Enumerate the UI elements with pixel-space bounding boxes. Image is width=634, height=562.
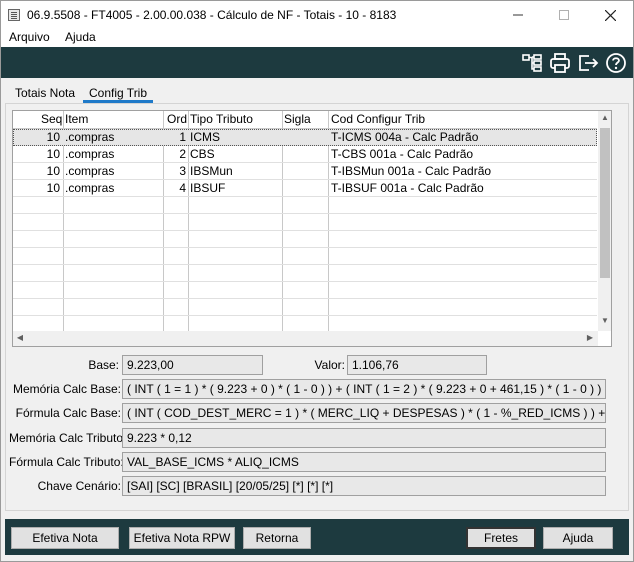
cell-ord: 1 xyxy=(179,130,186,144)
grid-header: Seq Item Ord Tipo Tributo Sigla Cod Conf… xyxy=(13,111,597,129)
valor-label: Valor: xyxy=(314,358,345,372)
menu-ajuda[interactable]: Ajuda xyxy=(65,30,96,44)
app-icon xyxy=(8,9,20,21)
menu-bar: Arquivo Ajuda xyxy=(1,29,633,47)
cell-item: .compras xyxy=(65,147,115,161)
minimize-button[interactable] xyxy=(495,1,541,29)
col-item[interactable]: Item xyxy=(65,112,88,126)
config-trib-grid[interactable]: Seq Item Ord Tipo Tributo Sigla Cod Conf… xyxy=(12,110,612,347)
maximize-icon xyxy=(559,10,569,20)
table-row[interactable]: 10 .compras 2 CBS T-CBS 001a - Calc Padr… xyxy=(13,146,597,163)
cell-ord: 3 xyxy=(179,164,186,178)
title-bar[interactable]: 06.9.5508 - FT4005 - 2.00.00.038 - Cálcu… xyxy=(1,1,633,29)
fretes-button[interactable]: Fretes xyxy=(466,527,536,549)
empty-row xyxy=(13,282,597,299)
memoria-calc-tributo-label: Memória Calc Tributo: xyxy=(9,431,127,445)
empty-row xyxy=(13,231,597,248)
base-label: Base: xyxy=(88,358,119,372)
cell-ord: 4 xyxy=(179,181,186,195)
efetiva-nota-button[interactable]: Efetiva Nota xyxy=(11,527,119,549)
cell-item: .compras xyxy=(65,130,115,144)
cell-seq: 10 xyxy=(46,164,60,178)
memoria-calc-tributo-field[interactable]: 9.223 * 0,12 xyxy=(122,428,606,448)
cell-item: .compras xyxy=(65,164,115,178)
ajuda-button[interactable]: Ajuda xyxy=(543,527,613,549)
vertical-scrollbar[interactable]: ▲ ▼ xyxy=(598,111,611,331)
col-ord[interactable]: Ord xyxy=(167,112,187,126)
empty-row xyxy=(13,214,597,231)
empty-row xyxy=(13,248,597,265)
cell-cod-configur-trib: T-IBSMun 001a - Calc Padrão xyxy=(331,164,492,178)
cell-cod-configur-trib: T-CBS 001a - Calc Padrão xyxy=(331,147,474,161)
exit-icon[interactable] xyxy=(577,52,599,74)
scroll-up-icon[interactable]: ▲ xyxy=(598,111,611,125)
tab-totais-nota[interactable]: Totais Nota xyxy=(9,83,81,103)
cell-seq: 10 xyxy=(46,147,60,161)
tree-structure-icon[interactable] xyxy=(521,52,543,74)
close-icon xyxy=(604,9,616,21)
horizontal-scrollbar[interactable]: ◀ ▶ xyxy=(13,331,598,346)
window-title: 06.9.5508 - FT4005 - 2.00.00.038 - Cálcu… xyxy=(27,8,397,22)
grid-rows: 10 .compras 1 ICMS T-ICMS 004a - Calc Pa… xyxy=(13,129,597,333)
cell-tipo-tributo: IBSMun xyxy=(190,164,233,178)
scroll-down-icon[interactable]: ▼ xyxy=(598,314,611,328)
efetiva-nota-rpw-button[interactable]: Efetiva Nota RPW xyxy=(129,527,235,549)
cell-ord: 2 xyxy=(179,147,186,161)
chave-cenario-label: Chave Cenário: xyxy=(37,479,121,493)
cell-seq: 10 xyxy=(46,181,60,195)
valor-field[interactable]: 1.106,76 xyxy=(347,355,487,375)
maximize-button[interactable] xyxy=(541,1,587,29)
cell-tipo-tributo: ICMS xyxy=(190,130,220,144)
cell-item: .compras xyxy=(65,181,115,195)
scroll-left-icon[interactable]: ◀ xyxy=(13,331,27,345)
close-button[interactable] xyxy=(587,1,633,29)
printer-icon[interactable] xyxy=(549,52,571,74)
memoria-calc-base-field[interactable]: ( INT ( 1 = 1 ) * ( 9.223 + 0 ) * ( 1 - … xyxy=(122,379,606,399)
minimize-icon xyxy=(513,14,523,16)
formula-calc-base-label: Fórmula Calc Base: xyxy=(15,406,121,420)
cell-tipo-tributo: CBS xyxy=(190,147,215,161)
base-field[interactable]: 9.223,00 xyxy=(122,355,263,375)
cell-seq: 10 xyxy=(46,130,60,144)
menu-arquivo[interactable]: Arquivo xyxy=(9,30,50,44)
table-row[interactable]: 10 .compras 4 IBSUF T-IBSUF 001a - Calc … xyxy=(13,180,597,197)
empty-row xyxy=(13,299,597,316)
tab-config-trib[interactable]: Config Trib xyxy=(83,83,154,103)
cell-tipo-tributo: IBSUF xyxy=(190,181,226,195)
footer-bar: Efetiva Nota Efetiva Nota RPW Retorna Fr… xyxy=(5,519,629,555)
help-icon[interactable] xyxy=(605,52,627,74)
table-row[interactable]: 10 .compras 1 ICMS T-ICMS 004a - Calc Pa… xyxy=(13,129,597,146)
chave-cenario-field[interactable]: [SAI] [SC] [BRASIL] [20/05/25] [*] [*] [… xyxy=(122,476,606,496)
scroll-thumb[interactable] xyxy=(600,128,610,278)
toolbar xyxy=(1,47,633,78)
retorna-button[interactable]: Retorna xyxy=(243,527,311,549)
col-tipo-tributo[interactable]: Tipo Tributo xyxy=(190,112,253,126)
col-cod-configur-trib[interactable]: Cod Configur Trib xyxy=(331,112,425,126)
formula-calc-tributo-label: Fórmula Calc Tributo: xyxy=(9,455,124,469)
memoria-calc-base-label: Memória Calc Base: xyxy=(12,382,121,396)
formula-calc-base-field[interactable]: ( INT ( COD_DEST_MERC = 1 ) * ( MERC_LIQ… xyxy=(122,403,606,423)
scroll-right-icon[interactable]: ▶ xyxy=(583,331,597,345)
formula-calc-tributo-field[interactable]: VAL_BASE_ICMS * ALIQ_ICMS xyxy=(122,452,606,472)
empty-row xyxy=(13,197,597,214)
col-seq[interactable]: Seq xyxy=(41,112,62,126)
cell-cod-configur-trib: T-ICMS 004a - Calc Padrão xyxy=(331,130,479,144)
col-sigla[interactable]: Sigla xyxy=(284,112,311,126)
cell-cod-configur-trib: T-IBSUF 001a - Calc Padrão xyxy=(331,181,484,195)
main-window: 06.9.5508 - FT4005 - 2.00.00.038 - Cálcu… xyxy=(0,0,634,562)
empty-row xyxy=(13,265,597,282)
table-row[interactable]: 10 .compras 3 IBSMun T-IBSMun 001a - Cal… xyxy=(13,163,597,180)
